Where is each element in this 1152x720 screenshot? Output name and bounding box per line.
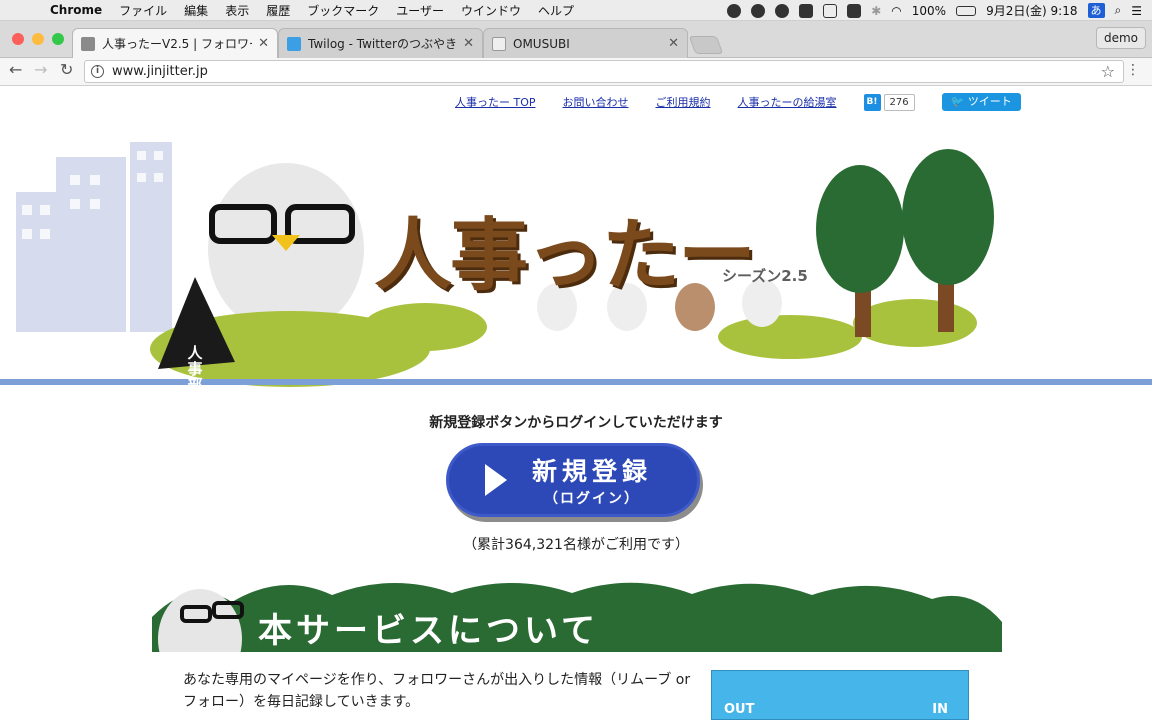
twitter-favicon-icon (287, 36, 301, 51)
tab-title: 人事ったーV2.5 | フォロワーさんの (102, 37, 252, 51)
user-count: （累計364,321名様がご利用です） (463, 537, 689, 553)
close-window-icon[interactable] (12, 33, 24, 45)
menu-item-bookmarks[interactable]: ブックマーク (307, 2, 379, 19)
tree-1 (816, 165, 904, 293)
battery-icon[interactable] (956, 5, 977, 16)
close-tab-icon[interactable]: ✕ (258, 36, 269, 51)
bluetooth-icon[interactable]: ✱ (871, 4, 881, 18)
register-button-label: 新規登録 （ログイン） (507, 452, 677, 508)
line-icon[interactable] (751, 3, 766, 18)
battery-label[interactable]: 100% (912, 4, 946, 18)
bush-right (718, 315, 862, 359)
close-tab-icon[interactable]: ✕ (668, 36, 679, 51)
nav-link-terms[interactable]: ご利用規約 (656, 94, 711, 110)
minimize-window-icon[interactable] (32, 33, 44, 45)
notification-center-icon[interactable]: ☰ (1131, 4, 1142, 18)
bush-far-right (853, 299, 977, 347)
tab-strip: 人事ったーV2.5 | フォロワーさんの ✕ Twilog - Twitterの… (0, 21, 1152, 58)
hatena-bookmark-button[interactable]: B! 276 (863, 93, 915, 111)
site-info-icon[interactable]: i (91, 65, 104, 78)
horizon-line (0, 379, 1152, 385)
jinjitter-favicon-icon (81, 36, 95, 51)
pyramid-char: 部 (187, 376, 203, 394)
menu-item-view[interactable]: 表示 (225, 2, 249, 19)
pyramid-char: 長 (187, 392, 203, 410)
season-label: シーズン2.5 (722, 267, 808, 285)
close-tab-icon[interactable]: ✕ (463, 36, 474, 51)
menu-item-window[interactable]: ウインドウ (461, 2, 521, 19)
mac-menubar: Chrome ファイル 編集 表示 履歴 ブックマーク ユーザー ウインドウ ヘ… (0, 0, 1152, 21)
dropbox-icon[interactable] (847, 3, 862, 18)
pyramid-label: 人 事 部 長 (180, 345, 210, 409)
window-icon[interactable] (823, 3, 838, 18)
back-icon[interactable]: ← (9, 60, 22, 79)
window-controls (12, 33, 64, 45)
pyramid-char: 事 (187, 360, 203, 378)
menu-item-file[interactable]: ファイル (119, 2, 167, 19)
tab-title: OMUSUBI (513, 36, 570, 51)
menu-app-name[interactable]: Chrome (50, 3, 102, 17)
menu-item-history[interactable]: 履歴 (266, 2, 290, 19)
service-section-title: 本サービスについて (258, 611, 599, 651)
tab-omusubi[interactable]: OMUSUBI ✕ (483, 28, 688, 58)
login-prompt: 新規登録ボタンからログインしていただけます (429, 415, 723, 431)
nav-link-contact[interactable]: お問い合わせ (563, 94, 629, 110)
thumb-out-label: OUT (724, 702, 755, 717)
thumb-in-label: IN (932, 702, 948, 717)
hatena-count: 276 (883, 93, 915, 111)
register-button-main: 新規登録 (531, 457, 652, 486)
tweet-label: ツイート (967, 95, 1012, 108)
buildings-illustration (16, 142, 172, 332)
play-arrow-icon (485, 464, 507, 496)
status-area: ✱ ◠ 100% 9月2日(金) 9:18 あ ⌕ ☰ (727, 0, 1142, 21)
hatena-icon: B! (863, 93, 881, 111)
site-logo: 人事ったー (374, 210, 756, 301)
tweet-button[interactable]: 🐦 ツイート (941, 93, 1021, 111)
input-method-icon[interactable]: あ (1087, 3, 1105, 18)
top-nav: 人事ったー TOP お問い合わせ ご利用規約 人事ったーの給湯室 B! 276 … (455, 93, 1021, 111)
register-login-button[interactable]: 新規登録 （ログイン） (446, 443, 700, 517)
reload-icon[interactable]: ↻ (60, 60, 73, 79)
menu-item-help[interactable]: ヘルプ (538, 2, 574, 19)
bookmark-star-icon[interactable]: ☆ (1101, 62, 1115, 81)
creative-cloud-icon[interactable] (775, 3, 790, 18)
clock[interactable]: 9月2日(金) 9:18 (986, 2, 1077, 19)
bush-mid (363, 303, 487, 351)
spotlight-icon[interactable]: ⌕ (1115, 3, 1122, 18)
tab-title: Twilog - Twitterのつぶやきをブロ (308, 37, 457, 51)
forward-icon[interactable]: → (34, 60, 47, 79)
wifi-icon[interactable]: ◠ (891, 4, 901, 18)
tab-jinjitter[interactable]: 人事ったーV2.5 | フォロワーさんの ✕ (72, 28, 278, 58)
address-bar[interactable]: i www.jinjitter.jp ☆ (84, 60, 1124, 83)
nav-link-top[interactable]: 人事ったー TOP (455, 94, 536, 110)
tree-2 (902, 149, 994, 285)
cloud-icon[interactable] (799, 3, 814, 18)
zoom-window-icon[interactable] (52, 33, 64, 45)
menu-item-edit[interactable]: 編集 (184, 2, 208, 19)
service-description: あなた専用のマイページを作り、フォロワーさんが出入りした情報（リムーブ or フ… (183, 672, 691, 710)
chrome-menu-icon[interactable]: ⋮ (1126, 62, 1140, 78)
menu-item-people[interactable]: ユーザー (396, 2, 444, 19)
profile-button[interactable]: demo (1095, 27, 1146, 49)
tab-twilog[interactable]: Twilog - Twitterのつぶやきをブロ ✕ (278, 28, 483, 58)
nav-link-kyutoushitsu[interactable]: 人事ったーの給湯室 (738, 94, 837, 110)
browser-toolbar: ← → ↻ i www.jinjitter.jp ☆ ⋮ (0, 58, 1152, 86)
new-tab-button[interactable] (688, 36, 724, 54)
record-icon[interactable] (727, 3, 742, 18)
pyramid-char: 人 (187, 344, 203, 362)
omusubi-favicon-icon (492, 36, 506, 51)
address-text[interactable]: www.jinjitter.jp (112, 64, 208, 79)
service-thumbnail: OUT IN (711, 670, 969, 720)
hero-banner: 人事ったー シーズン2.5 人 事 部 長 (0, 137, 1152, 457)
web-page: 人事ったー TOP お問い合わせ ご利用規約 人事ったーの給湯室 B! 276 … (0, 87, 1152, 720)
register-button-sub: （ログイン） (544, 491, 640, 507)
